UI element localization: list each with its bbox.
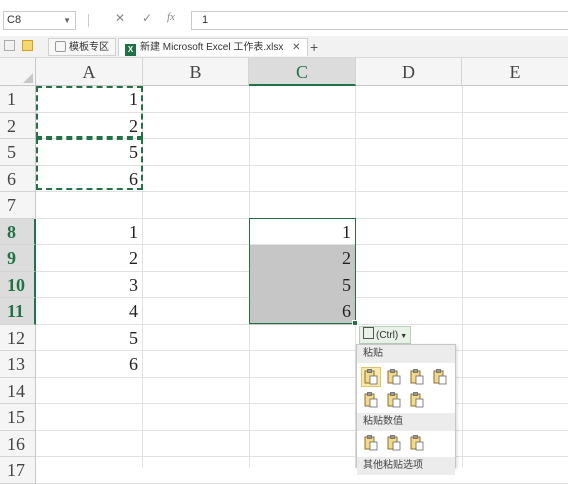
row-header[interactable]: 15 — [0, 404, 36, 431]
selection-range — [249, 218, 356, 324]
cancel-icon[interactable]: ✕ — [115, 11, 125, 25]
keep-column-widths-icon[interactable] — [384, 390, 404, 410]
row-header[interactable]: 2 — [0, 113, 36, 139]
row-header[interactable]: 11 — [0, 298, 36, 325]
row-header[interactable]: 1 — [0, 86, 36, 113]
tab-template-zone[interactable]: 模板专区 — [48, 38, 116, 56]
new-file-icon[interactable] — [4, 38, 18, 56]
cell-a[interactable]: 4 — [36, 298, 143, 325]
row-header[interactable]: 10 — [0, 272, 36, 298]
cell-c[interactable] — [249, 325, 356, 351]
paste-values-icon[interactable] — [361, 433, 381, 453]
no-borders-icon[interactable] — [361, 390, 381, 410]
cell-a[interactable]: 1 — [36, 219, 143, 245]
open-folder-icon[interactable] — [22, 38, 36, 56]
keep-source-formatting-icon[interactable] — [430, 367, 450, 387]
row-header[interactable]: 5 — [0, 139, 36, 166]
row-header[interactable]: 7 — [0, 192, 36, 219]
values-source-formatting-icon[interactable] — [407, 433, 427, 453]
cell-a[interactable]: 5 — [36, 325, 143, 351]
row-header[interactable]: 6 — [0, 166, 36, 192]
cell-c[interactable] — [249, 192, 356, 219]
section-other-options-label: 其他粘贴选项 — [357, 457, 455, 475]
column-header-a[interactable]: A — [36, 58, 143, 86]
cell-c[interactable] — [249, 378, 356, 404]
document-tab-bar: 模板专区 X 新建 Microsoft Excel 工作表.xlsx ✕ + — [0, 36, 568, 58]
cell-c[interactable] — [249, 139, 356, 166]
clipboard-icon — [363, 327, 374, 339]
cell-c[interactable] — [249, 457, 356, 484]
cell-a[interactable] — [36, 378, 143, 404]
paste-formulas-icon[interactable] — [384, 367, 404, 387]
close-tab-icon[interactable]: ✕ — [292, 42, 300, 53]
new-tab-icon[interactable]: + — [310, 38, 318, 56]
column-header-b[interactable]: B — [143, 58, 249, 86]
formula-bar: C8 ▼ ✕ ✓ fx 1 — [0, 0, 568, 40]
tab-workbook[interactable]: X 新建 Microsoft Excel 工作表.xlsx ✕ — [118, 38, 308, 56]
paste-formulas-number-format-icon[interactable] — [407, 367, 427, 387]
row-header[interactable]: 16 — [0, 431, 36, 457]
home-icon — [55, 41, 66, 52]
insert-function-icon[interactable]: fx — [167, 11, 175, 23]
excel-file-icon: X — [125, 44, 136, 56]
chevron-down-icon: ▼ — [400, 333, 408, 340]
cell-a[interactable] — [36, 192, 143, 219]
chevron-down-icon[interactable]: ▼ — [63, 12, 71, 29]
row-header[interactable]: 14 — [0, 378, 36, 404]
paste-icon[interactable] — [361, 367, 381, 387]
row-header[interactable]: 8 — [0, 219, 36, 245]
name-box-value: C8 — [7, 14, 22, 26]
copy-marquee — [36, 86, 143, 138]
cell-a[interactable]: 2 — [36, 245, 143, 272]
column-header-e[interactable]: E — [462, 58, 568, 86]
values-number-format-icon[interactable] — [384, 433, 404, 453]
tab-workbook-label: 新建 Microsoft Excel 工作表.xlsx — [140, 42, 284, 53]
copy-marquee — [36, 138, 143, 190]
enter-icon[interactable]: ✓ — [142, 11, 152, 25]
column-header-c[interactable]: C — [249, 58, 356, 86]
cell-c[interactable] — [249, 431, 356, 457]
row-header[interactable]: 17 — [0, 457, 36, 484]
tab-template-label: 模板专区 — [69, 42, 109, 53]
section-paste-label: 粘贴 — [357, 345, 455, 363]
paste-options-menu: 粘贴 粘贴数值 其他粘贴选项 — [356, 344, 456, 475]
fill-handle[interactable] — [352, 320, 358, 326]
paste-options-label: (Ctrl) — [376, 330, 399, 341]
cell-c[interactable] — [249, 166, 356, 192]
paste-options-button[interactable]: (Ctrl) ▼ — [359, 326, 412, 344]
select-all-corner[interactable] — [0, 58, 36, 86]
cell-c[interactable] — [249, 86, 356, 113]
cell-c[interactable] — [249, 404, 356, 431]
cell-a[interactable] — [36, 457, 143, 484]
name-box[interactable]: C8 ▼ — [3, 11, 76, 30]
cell-c[interactable] — [249, 351, 356, 378]
cell-a[interactable] — [36, 404, 143, 431]
transpose-icon[interactable] — [407, 390, 427, 410]
section-paste-values-label: 粘贴数值 — [357, 413, 455, 431]
formula-input[interactable]: 1 — [191, 11, 568, 30]
gridline — [462, 86, 463, 468]
spreadsheet-grid[interactable]: A B C D E 1 1 2 2 5 5 6 6 7 8 1 1 9 2 2 10 3 5 11 4 6 12 5 13 6 1… — [0, 58, 568, 484]
cell-c[interactable] — [249, 113, 356, 139]
row-header[interactable]: 13 — [0, 351, 36, 378]
column-header-d[interactable]: D — [356, 58, 462, 86]
separator — [88, 14, 89, 27]
cell-a[interactable]: 6 — [36, 351, 143, 378]
cell-a[interactable] — [36, 431, 143, 457]
cell-a[interactable]: 3 — [36, 272, 143, 298]
row-header[interactable]: 12 — [0, 325, 36, 351]
row-header[interactable]: 9 — [0, 245, 36, 272]
formula-value: 1 — [202, 14, 209, 26]
